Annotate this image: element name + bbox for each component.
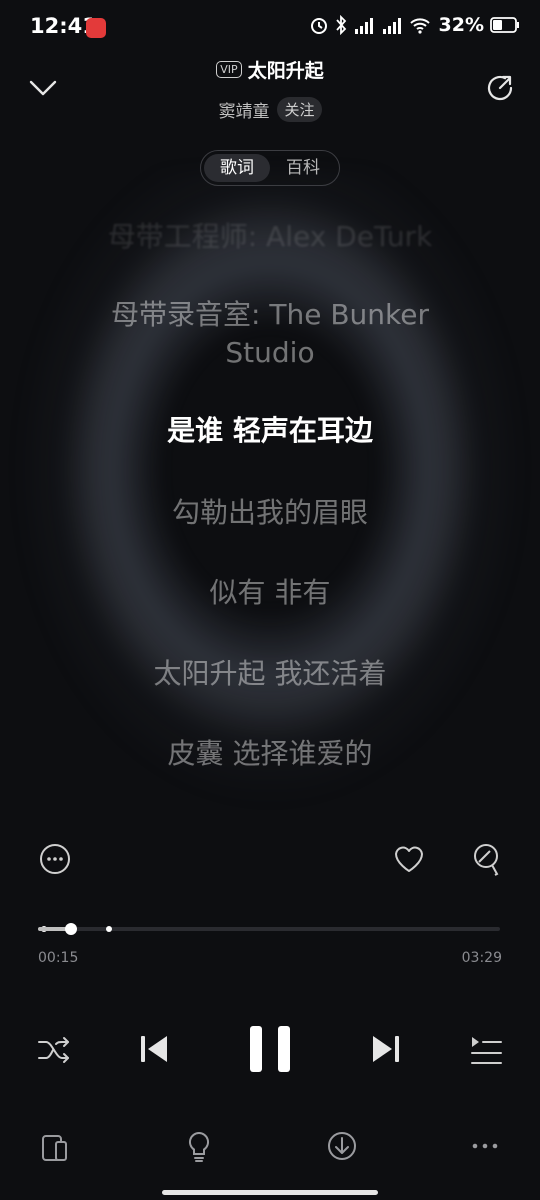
device-icon[interactable]: [40, 1132, 70, 1164]
lyric-line-current: 是谁 轻声在耳边: [167, 414, 373, 447]
alarm-icon: [310, 18, 327, 34]
action-row: [0, 840, 540, 880]
next-icon[interactable]: [368, 1032, 402, 1066]
artist-row: 窦靖童 关注: [0, 97, 540, 122]
lyric-line: 似有 非有: [209, 576, 331, 609]
tab-lyrics[interactable]: 歌词: [204, 154, 270, 182]
bottom-toolbar: [0, 1128, 540, 1168]
status-icons: 32%: [309, 14, 520, 36]
tab-wiki[interactable]: 百科: [270, 154, 336, 182]
progress-marker: [106, 926, 112, 932]
playlist-icon[interactable]: [470, 1034, 504, 1066]
song-header: VIP 太阳升起 窦靖童 关注: [0, 56, 540, 122]
heart-icon[interactable]: [392, 842, 426, 876]
comment-icon[interactable]: [470, 842, 504, 878]
lyric-line: 太阳升起 我还活着: [153, 657, 387, 690]
progress-knob[interactable]: [65, 923, 78, 935]
lyric-line: 母带工程师: Alex DeTurk: [107, 220, 433, 253]
wifi-icon: [409, 18, 430, 34]
lyric-line: 勾勒出我的眉眼: [171, 496, 368, 529]
previous-icon[interactable]: [138, 1032, 172, 1066]
current-time: 00:15: [38, 950, 79, 966]
progress-bar[interactable]: [38, 923, 500, 935]
playback-controls: [0, 1020, 540, 1080]
lyric-line: 母带录音室: The Bunker: [111, 298, 429, 331]
bluetooth-icon: [335, 15, 346, 35]
battery-percent: 32%: [438, 14, 484, 36]
follow-button[interactable]: 关注: [277, 97, 322, 122]
lightbulb-icon[interactable]: [186, 1130, 212, 1164]
battery-icon: [490, 17, 519, 33]
more-circle-icon[interactable]: [38, 842, 72, 876]
status-bar: 12:41 32%: [0, 0, 540, 56]
signal-icon: [354, 18, 373, 34]
netease-app-icon: [86, 18, 106, 38]
song-title: 太阳升起: [247, 60, 324, 82]
lyrics-wiki-tabs: 歌词 百科: [200, 150, 340, 186]
title-row: VIP 太阳升起: [0, 56, 540, 83]
shuffle-icon[interactable]: [36, 1034, 72, 1066]
artist-name[interactable]: 窦靖童: [218, 97, 269, 122]
vip-badge: VIP: [216, 61, 242, 78]
pause-icon[interactable]: [246, 1022, 294, 1076]
overflow-icon[interactable]: [470, 1136, 500, 1156]
home-indicator[interactable]: [162, 1190, 378, 1195]
signal-icon: [382, 18, 401, 34]
download-icon[interactable]: [326, 1130, 358, 1162]
lyric-line: 皮囊 选择谁爱的: [167, 737, 373, 770]
lyric-line: Studio: [225, 336, 315, 369]
total-time: 03:29: [461, 950, 502, 966]
